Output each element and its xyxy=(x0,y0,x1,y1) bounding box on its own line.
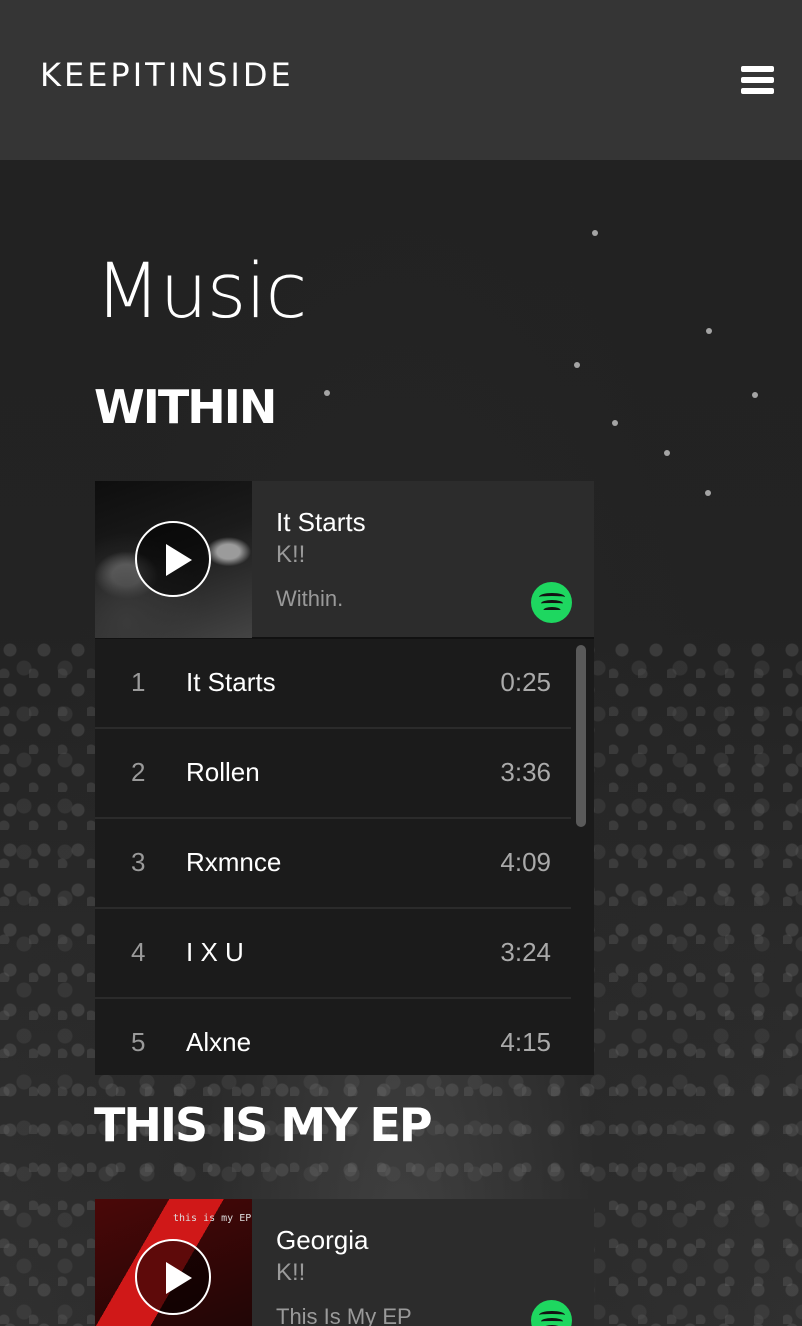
site-header: KEEPITINSIDE xyxy=(0,0,802,160)
track-row[interactable]: 5 Alxne 4:15 xyxy=(95,999,571,1075)
spotify-icon[interactable] xyxy=(531,582,572,623)
album-cover: this is my EP xyxy=(95,1199,252,1326)
tracklist-scrollbar[interactable] xyxy=(576,645,586,827)
spotify-player-within: It Starts K!! Within. 1 It Starts 0:25 2… xyxy=(95,481,594,1075)
track-number: 1 xyxy=(131,667,146,697)
page-title: Music xyxy=(95,246,307,335)
spotify-player-this-is-my-ep: this is my EP Georgia K!! This Is My EP xyxy=(95,1199,594,1326)
track-duration: 4:09 xyxy=(500,847,551,877)
site-logo[interactable]: KEEPITINSIDE xyxy=(40,56,294,94)
artist-name[interactable]: K!! xyxy=(276,1259,305,1287)
album-name[interactable]: Within. xyxy=(276,586,343,612)
light-dot xyxy=(664,450,670,456)
track-title: It Starts xyxy=(186,667,276,697)
track-number: 4 xyxy=(131,937,146,967)
album-title-this-is-my-ep: THIS IS MY EP xyxy=(94,1098,433,1152)
track-list: 1 It Starts 0:25 2 Rollen 3:36 3 Rxmnce … xyxy=(95,639,594,1075)
light-dot xyxy=(592,230,598,236)
album-cover xyxy=(95,481,252,638)
track-row[interactable]: 2 Rollen 3:36 xyxy=(95,729,571,819)
play-icon[interactable] xyxy=(135,521,211,597)
track-row[interactable]: 1 It Starts 0:25 xyxy=(95,639,571,729)
player-header: this is my EP Georgia K!! This Is My EP xyxy=(95,1199,594,1326)
current-track-name[interactable]: It Starts xyxy=(276,507,366,538)
track-duration: 3:36 xyxy=(500,757,551,787)
track-row[interactable]: 3 Rxmnce 4:09 xyxy=(95,819,571,909)
spotify-icon[interactable] xyxy=(531,1300,572,1326)
track-duration: 4:15 xyxy=(500,1027,551,1057)
cover-text: this is my EP xyxy=(173,1213,252,1224)
hamburger-menu-icon[interactable] xyxy=(741,66,774,94)
track-title: I X U xyxy=(186,937,244,967)
light-dot xyxy=(705,490,711,496)
play-icon[interactable] xyxy=(135,1239,211,1315)
light-dot xyxy=(612,420,618,426)
current-track-name[interactable]: Georgia xyxy=(276,1225,369,1256)
light-dot xyxy=(574,362,580,368)
album-name[interactable]: This Is My EP xyxy=(276,1304,412,1326)
track-duration: 3:24 xyxy=(500,937,551,967)
artist-name[interactable]: K!! xyxy=(276,541,305,569)
track-title: Alxne xyxy=(186,1027,252,1057)
album-title-within: WITHIN xyxy=(94,380,277,434)
track-number: 5 xyxy=(131,1027,146,1057)
light-dot xyxy=(324,390,330,396)
track-number: 2 xyxy=(131,757,146,787)
track-row[interactable]: 4 I X U 3:24 xyxy=(95,909,571,999)
track-title: Rxmnce xyxy=(186,847,282,877)
light-dot xyxy=(752,392,758,398)
light-dot xyxy=(706,328,712,334)
track-duration: 0:25 xyxy=(500,667,551,697)
track-number: 3 xyxy=(131,847,146,877)
track-title: Rollen xyxy=(186,757,260,787)
player-header: It Starts K!! Within. xyxy=(95,481,594,639)
